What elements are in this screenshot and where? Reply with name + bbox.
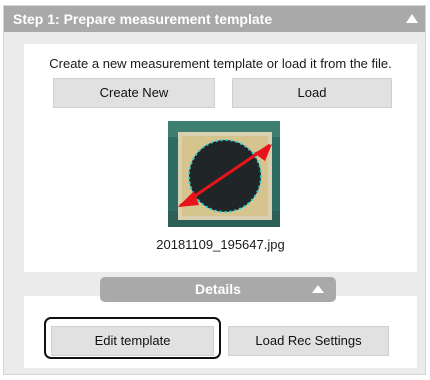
create-new-button[interactable]: Create New — [53, 78, 215, 108]
template-image-preview — [168, 121, 280, 227]
triangle-up-icon — [312, 285, 324, 293]
details-label: Details — [195, 281, 241, 297]
prepare-template-card: Create a new measurement template or loa… — [24, 44, 417, 272]
image-filename: 20181109_195647.jpg — [156, 237, 285, 252]
load-button[interactable]: Load — [232, 78, 392, 108]
instruction-text: Create a new measurement template or loa… — [49, 56, 392, 71]
triangle-up-icon[interactable] — [406, 14, 418, 23]
step-title: Step 1: Prepare measurement template — [13, 11, 273, 27]
step-header[interactable]: Step 1: Prepare measurement template — [4, 6, 425, 32]
edit-template-button[interactable]: Edit template — [51, 326, 214, 356]
load-rec-settings-button[interactable]: Load Rec Settings — [228, 326, 389, 356]
details-toggle[interactable]: Details — [100, 277, 336, 302]
